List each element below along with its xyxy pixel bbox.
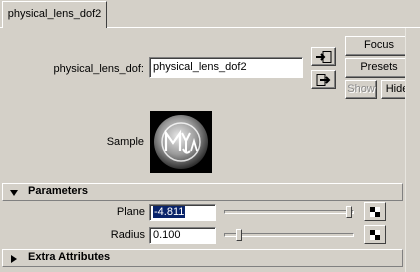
sample-label: Sample <box>106 136 144 148</box>
node-name-field[interactable]: physical_lens_dof2 <box>149 57 303 78</box>
map-texture-icon <box>370 230 380 240</box>
output-connections-button[interactable] <box>311 70 336 89</box>
plane-value: -4.811 <box>153 206 186 218</box>
plane-slider-thumb[interactable] <box>345 206 352 218</box>
output-connection-icon <box>316 74 331 86</box>
show-label: Show <box>347 83 375 95</box>
plane-label: Plane <box>116 206 145 218</box>
section-title: Extra Attributes <box>28 251 111 263</box>
radius-slider-thumb[interactable] <box>236 229 243 241</box>
section-parameters[interactable]: Parameters <box>2 183 403 201</box>
tab-baseline <box>107 27 420 28</box>
focus-label: Focus <box>364 39 394 51</box>
sample-swatch[interactable] <box>150 111 212 173</box>
presets-button[interactable]: Presets <box>345 58 413 78</box>
input-connection-icon <box>316 51 332 63</box>
expand-arrow-icon <box>11 255 17 263</box>
radius-slider-track[interactable] <box>224 233 354 237</box>
plane-map-button[interactable] <box>364 202 386 221</box>
radius-field[interactable]: 0.100 <box>149 227 216 244</box>
tab-physical-lens-dof2[interactable]: physical_lens_dof2 <box>2 1 107 28</box>
node-name-label: physical_lens_dof: <box>53 63 144 75</box>
section-title: Parameters <box>28 185 88 197</box>
input-connections-button[interactable] <box>311 47 336 66</box>
focus-button[interactable]: Focus <box>345 36 413 56</box>
map-texture-icon <box>370 207 380 217</box>
radius-label: Radius <box>110 229 145 241</box>
tab-label: physical_lens_dof2 <box>7 8 102 20</box>
scrollbar[interactable] <box>405 28 420 272</box>
plane-slider-track[interactable] <box>224 210 354 214</box>
maya-logo-icon <box>154 115 208 169</box>
presets-label: Presets <box>360 61 398 73</box>
radius-map-button[interactable] <box>364 225 386 244</box>
node-name-value: physical_lens_dof2 <box>153 61 247 73</box>
section-extra-attributes[interactable]: Extra Attributes <box>2 249 403 267</box>
plane-field[interactable]: -4.811 <box>149 204 216 221</box>
show-button[interactable]: Show <box>345 80 377 99</box>
collapse-arrow-icon <box>10 190 18 196</box>
radius-value: 0.100 <box>153 229 181 241</box>
tab-baseline <box>0 27 2 28</box>
